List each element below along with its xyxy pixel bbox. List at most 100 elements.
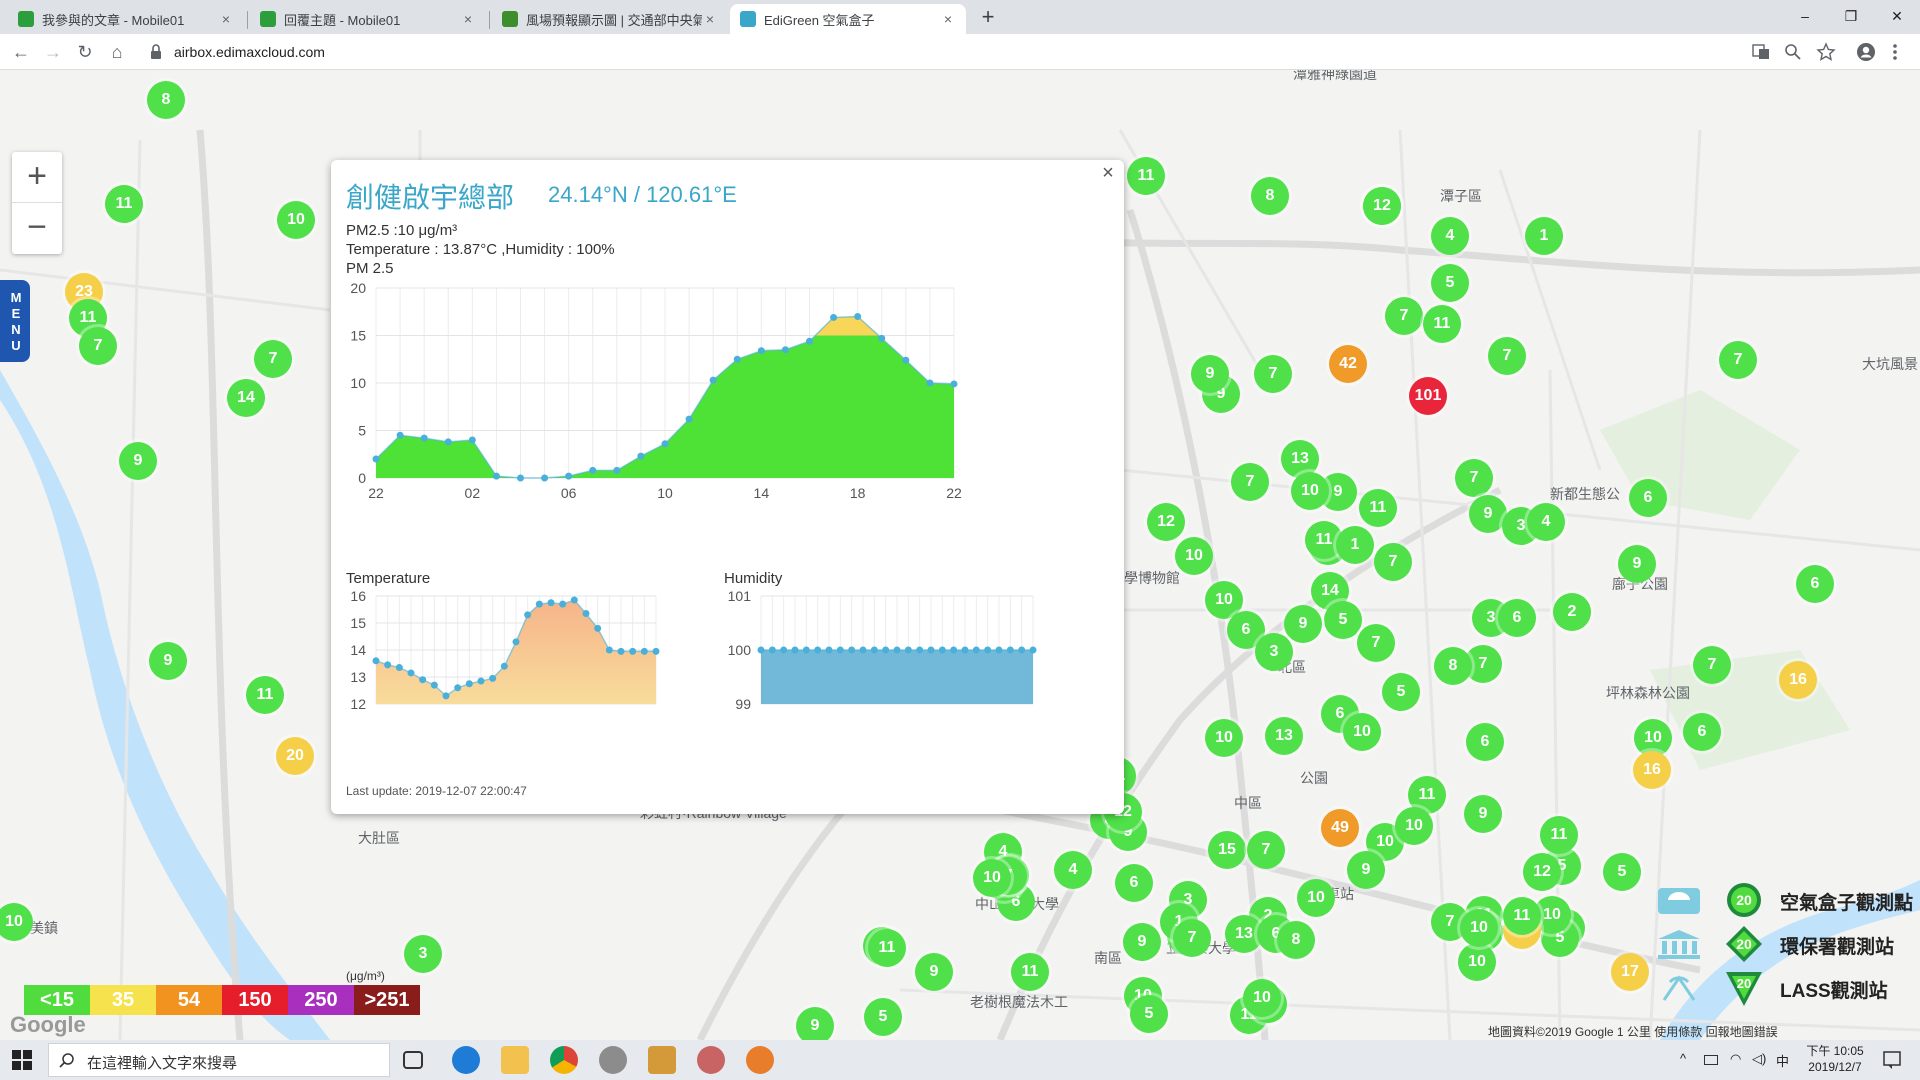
station-marker[interactable]: 5 (1324, 601, 1362, 639)
station-marker[interactable]: 11 (246, 676, 284, 714)
station-marker[interactable]: 9 (915, 953, 953, 991)
station-marker[interactable]: 9 (1191, 355, 1229, 393)
station-marker[interactable]: 7 (1231, 463, 1269, 501)
tray-chevron-icon[interactable]: ^ (1680, 1051, 1686, 1066)
station-marker[interactable]: 5 (1603, 853, 1641, 891)
station-marker[interactable]: 8 (1251, 177, 1289, 215)
legend-lass-stations[interactable]: 20 LASS觀測站 (1656, 968, 1906, 1008)
station-marker[interactable]: 11 (1011, 953, 1049, 991)
station-marker[interactable]: 16 (1779, 661, 1817, 699)
close-icon[interactable]: × (702, 11, 718, 27)
minimize-button[interactable]: – (1782, 2, 1828, 30)
station-marker[interactable]: 11 (1127, 157, 1165, 195)
station-marker[interactable]: 10 (1291, 472, 1329, 510)
station-marker[interactable]: 10 (1395, 807, 1433, 845)
station-marker[interactable]: 6 (1498, 599, 1536, 637)
app-icon[interactable] (648, 1046, 676, 1074)
station-marker[interactable]: 12 (1523, 853, 1561, 891)
forward-button[interactable]: → (40, 39, 66, 65)
station-marker[interactable]: 7 (1173, 919, 1211, 957)
station-marker[interactable]: 49 (1321, 809, 1359, 847)
edge-browser-icon[interactable] (452, 1046, 480, 1074)
station-marker[interactable]: 9 (1347, 851, 1385, 889)
popup-close-button[interactable]: × (1098, 162, 1118, 185)
station-marker[interactable]: 10 (1297, 879, 1335, 917)
station-marker[interactable]: 10 (277, 201, 315, 239)
zoom-out-button[interactable]: − (12, 203, 62, 254)
station-marker[interactable]: 8 (147, 81, 185, 119)
tab-mobile01-articles[interactable]: 我參與的文章 - Mobile01 × (8, 4, 244, 34)
station-marker[interactable]: 5 (1431, 264, 1469, 302)
blender-icon[interactable] (746, 1046, 774, 1074)
station-marker[interactable]: 1 (1525, 217, 1563, 255)
station-marker[interactable]: 4 (1431, 217, 1469, 255)
station-marker[interactable]: 13 (1265, 717, 1303, 755)
station-marker[interactable]: 6 (1629, 479, 1667, 517)
station-marker[interactable]: 9 (149, 642, 187, 680)
station-marker[interactable]: 10 (1458, 943, 1496, 981)
station-marker[interactable]: 11 (868, 929, 906, 967)
windows-start-icon[interactable] (12, 1050, 32, 1070)
station-marker[interactable]: 11 (1359, 489, 1397, 527)
station-marker[interactable]: 10 (973, 859, 1011, 897)
station-marker[interactable]: 11 (1423, 305, 1461, 343)
station-marker[interactable]: 10 (1343, 713, 1381, 751)
station-marker[interactable]: 7 (1693, 646, 1731, 684)
reload-button[interactable]: ↻ (72, 39, 98, 65)
station-marker[interactable]: 8 (1434, 647, 1472, 685)
station-marker[interactable]: 11 (105, 185, 143, 223)
station-marker[interactable]: 7 (1254, 355, 1292, 393)
station-marker[interactable]: 6 (1466, 723, 1504, 761)
taskbar-search-box[interactable]: 在這裡輸入文字來搜尋 (48, 1043, 390, 1077)
station-marker[interactable]: 15 (1208, 831, 1246, 869)
station-marker[interactable]: 10 (1460, 909, 1498, 947)
station-marker[interactable]: 20 (276, 737, 314, 775)
tab-mobile01-reply[interactable]: 回覆主題 - Mobile01 × (250, 4, 486, 34)
station-marker[interactable]: 12 (1363, 187, 1401, 225)
station-marker[interactable]: 9 (796, 1007, 834, 1040)
profile-icon[interactable] (1856, 42, 1876, 62)
station-marker[interactable]: 42 (1329, 345, 1367, 383)
window-close-button[interactable]: ✕ (1874, 2, 1920, 30)
station-marker[interactable]: 4 (1054, 851, 1092, 889)
legend-airbox-stations[interactable]: 20 空氣盒子觀測點 (1656, 880, 1913, 920)
station-marker[interactable]: 7 (1455, 459, 1493, 497)
zoom-in-button[interactable]: + (12, 152, 62, 203)
taskbar-clock[interactable]: 下午 10:05 2019/12/7 (1800, 1043, 1870, 1075)
close-icon[interactable]: × (940, 11, 956, 27)
station-marker[interactable]: 9 (1123, 923, 1161, 961)
station-marker[interactable]: 11 (1540, 816, 1578, 854)
translate-icon[interactable] (1752, 43, 1770, 61)
station-marker[interactable]: 11 (1503, 897, 1541, 935)
station-marker[interactable]: 101 (1409, 377, 1447, 415)
wifi-icon[interactable]: ◠ (1730, 1051, 1741, 1067)
back-button[interactable]: ← (8, 39, 34, 65)
task-view-icon[interactable] (403, 1051, 423, 1069)
chrome-browser-icon[interactable] (550, 1046, 578, 1074)
station-marker[interactable]: 7 (1488, 337, 1526, 375)
station-marker[interactable]: 7 (1247, 831, 1285, 869)
station-marker[interactable]: 6 (1796, 565, 1834, 603)
station-marker[interactable]: 9 (1618, 545, 1656, 583)
station-marker[interactable]: 5 (1130, 995, 1168, 1033)
station-marker[interactable]: 7 (1357, 624, 1395, 662)
battery-icon[interactable] (1704, 1055, 1718, 1065)
volume-icon[interactable]: ◁) (1752, 1051, 1766, 1067)
station-marker[interactable]: 5 (1382, 673, 1420, 711)
station-marker[interactable]: 14 (227, 379, 265, 417)
station-marker[interactable]: 10 (1243, 979, 1281, 1017)
station-marker[interactable]: 7 (79, 327, 117, 365)
station-marker[interactable]: 9 (119, 442, 157, 480)
station-marker[interactable]: 17 (1611, 953, 1649, 991)
station-marker[interactable]: 3 (1255, 633, 1293, 671)
station-marker[interactable]: 5 (864, 998, 902, 1036)
tab-weather-wind[interactable]: 風場預報顯示圖 | 交通部中央氣象 × (492, 4, 728, 34)
close-icon[interactable]: × (218, 11, 234, 27)
station-marker[interactable]: 4 (1527, 503, 1565, 541)
station-marker[interactable]: 7 (1719, 341, 1757, 379)
file-explorer-icon[interactable] (501, 1046, 529, 1074)
menu-kebab-icon[interactable] (1890, 42, 1900, 62)
legend-epa-stations[interactable]: 20 環保署觀測站 (1656, 924, 1906, 964)
station-marker[interactable]: 9 (1284, 605, 1322, 643)
station-marker[interactable]: 16 (1633, 751, 1671, 789)
